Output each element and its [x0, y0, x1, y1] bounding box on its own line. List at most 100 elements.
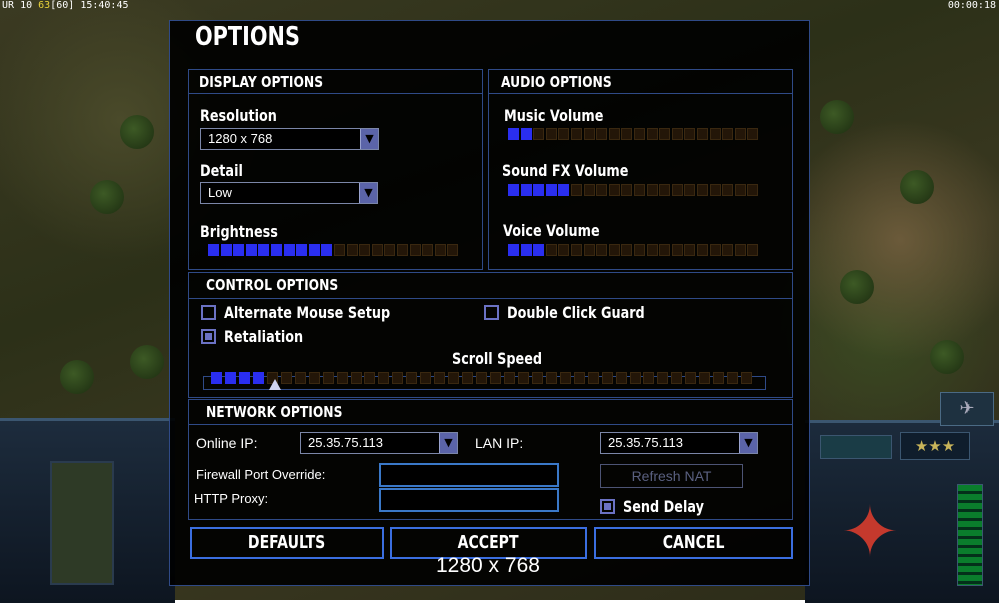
slider-segment[interactable] — [559, 372, 571, 384]
slider-segment[interactable] — [671, 128, 683, 140]
slider-segment[interactable] — [533, 184, 545, 196]
slider-segment[interactable] — [583, 128, 595, 140]
slider-segment[interactable] — [384, 244, 396, 256]
double-click-guard-checkbox[interactable] — [484, 305, 499, 320]
slider-segment[interactable] — [233, 244, 245, 256]
firewall-port-input[interactable] — [379, 463, 559, 487]
slider-segment[interactable] — [634, 128, 645, 140]
slider-segment[interactable] — [245, 244, 257, 256]
slider-segment[interactable] — [476, 372, 488, 384]
slider-segment[interactable] — [406, 372, 418, 384]
slider-segment[interactable] — [296, 244, 308, 256]
slider-segment[interactable] — [558, 184, 570, 196]
slider-segment[interactable] — [671, 372, 683, 384]
slider-segment[interactable] — [531, 372, 543, 384]
slider-segment[interactable] — [434, 372, 446, 384]
chevron-down-icon[interactable]: ▼ — [359, 183, 377, 203]
slider-segment[interactable] — [392, 372, 404, 384]
slider-segment[interactable] — [709, 184, 721, 196]
slider-segment[interactable] — [420, 372, 432, 384]
slider-segment[interactable] — [722, 184, 734, 196]
slider-segment[interactable] — [573, 372, 585, 384]
slider-segment[interactable] — [224, 372, 236, 384]
slider-segment[interactable] — [321, 244, 333, 256]
slider-segment[interactable] — [629, 372, 641, 384]
slider-segment[interactable] — [571, 184, 582, 196]
slider-segment[interactable] — [508, 184, 519, 196]
slider-segment[interactable] — [490, 372, 501, 384]
slider-segment[interactable] — [634, 244, 645, 256]
slider-segment[interactable] — [334, 244, 345, 256]
slider-segment[interactable] — [422, 244, 434, 256]
slider-segment[interactable] — [596, 184, 608, 196]
slider-segment[interactable] — [558, 128, 570, 140]
retaliation-checkbox[interactable] — [201, 329, 216, 344]
slider-segment[interactable] — [322, 372, 334, 384]
slider-segment[interactable] — [258, 244, 270, 256]
slider-segment[interactable] — [734, 244, 746, 256]
slider-segment[interactable] — [508, 244, 519, 256]
slider-segment[interactable] — [409, 244, 421, 256]
slider-segment[interactable] — [220, 244, 232, 256]
slider-segment[interactable] — [709, 244, 721, 256]
slider-segment[interactable] — [646, 244, 658, 256]
slider-segment[interactable] — [684, 184, 696, 196]
slider-segment[interactable] — [283, 244, 295, 256]
slider-segment[interactable] — [517, 372, 529, 384]
slider-segment[interactable] — [659, 244, 671, 256]
slider-segment[interactable] — [734, 128, 746, 140]
slider-segment[interactable] — [699, 372, 711, 384]
slider-segment[interactable] — [271, 244, 282, 256]
refresh-nat-button[interactable]: Refresh NAT — [600, 464, 743, 488]
defaults-button[interactable]: DEFAULTS — [190, 527, 384, 559]
slider-segment[interactable] — [596, 244, 608, 256]
slider-segment[interactable] — [697, 244, 708, 256]
cancel-button[interactable]: CANCEL — [594, 527, 793, 559]
slider-segment[interactable] — [747, 184, 759, 196]
slider-segment[interactable] — [601, 372, 613, 384]
slider-segment[interactable] — [211, 372, 222, 384]
slider-segment[interactable] — [545, 372, 557, 384]
slider-segment[interactable] — [615, 372, 627, 384]
slider-segment[interactable] — [596, 128, 608, 140]
slider-segment[interactable] — [684, 244, 696, 256]
slider-segment[interactable] — [571, 128, 582, 140]
slider-segment[interactable] — [346, 244, 358, 256]
slider-segment[interactable] — [545, 184, 557, 196]
slider-segment[interactable] — [608, 244, 620, 256]
slider-segment[interactable] — [709, 128, 721, 140]
slider-segment[interactable] — [336, 372, 348, 384]
slider-segment[interactable] — [397, 244, 408, 256]
alternate-mouse-checkbox[interactable] — [201, 305, 216, 320]
slider-segment[interactable] — [646, 184, 658, 196]
slider-segment[interactable] — [734, 184, 746, 196]
slider-segment[interactable] — [634, 184, 645, 196]
slider-segment[interactable] — [671, 184, 683, 196]
chevron-down-icon[interactable]: ▼ — [739, 433, 757, 453]
slider-segment[interactable] — [747, 244, 759, 256]
chevron-down-icon[interactable]: ▼ — [360, 129, 378, 149]
slider-segment[interactable] — [280, 372, 292, 384]
slider-segment[interactable] — [447, 244, 459, 256]
slider-segment[interactable] — [722, 244, 734, 256]
slider-segment[interactable] — [697, 128, 708, 140]
slider-segment[interactable] — [520, 184, 532, 196]
lan-ip-dropdown[interactable]: 25.35.75.113 ▼ — [600, 432, 758, 454]
send-delay-checkbox[interactable] — [600, 499, 615, 514]
slider-segment[interactable] — [697, 184, 708, 196]
slider-segment[interactable] — [747, 128, 759, 140]
slider-segment[interactable] — [671, 244, 683, 256]
slider-segment[interactable] — [520, 128, 532, 140]
slider-segment[interactable] — [621, 244, 633, 256]
slider-segment[interactable] — [583, 244, 595, 256]
slider-segment[interactable] — [208, 244, 219, 256]
slider-segment[interactable] — [657, 372, 669, 384]
slider-segment[interactable] — [308, 244, 320, 256]
slider-segment[interactable] — [608, 184, 620, 196]
slider-segment[interactable] — [643, 372, 655, 384]
slider-segment[interactable] — [659, 184, 671, 196]
slider-segment[interactable] — [434, 244, 446, 256]
http-proxy-input[interactable] — [379, 488, 559, 512]
slider-segment[interactable] — [238, 372, 250, 384]
slider-segment[interactable] — [294, 372, 306, 384]
